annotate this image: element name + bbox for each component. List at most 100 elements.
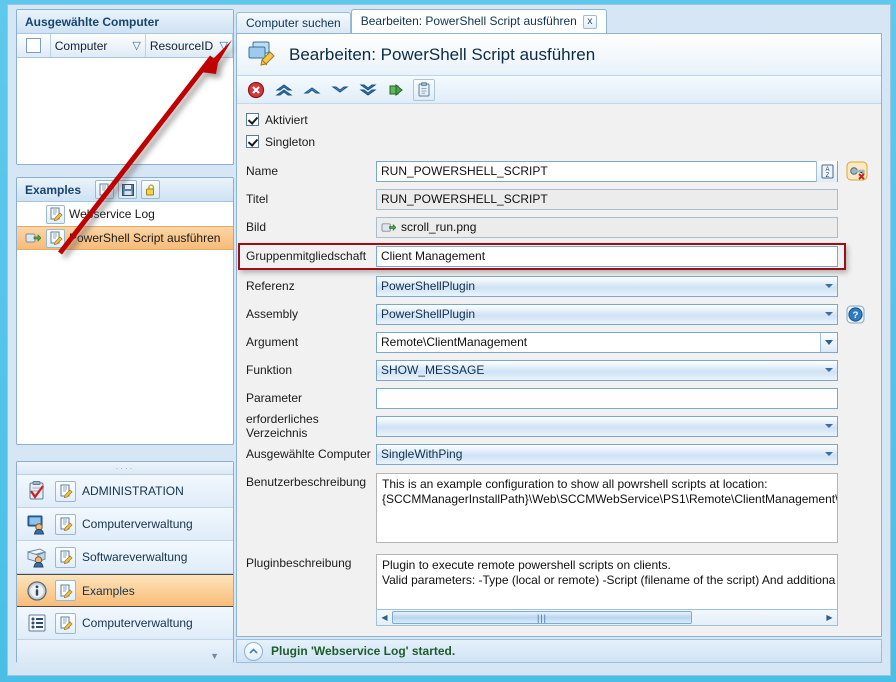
navigation-list: ···· ADMINISTRATION Computerverwaltung S… bbox=[16, 461, 234, 672]
tab-bearbeiten-powershell[interactable]: Bearbeiten: PowerShell Script ausführen … bbox=[350, 9, 607, 33]
edit-icon[interactable] bbox=[95, 180, 115, 199]
aktiviert-label: Aktiviert bbox=[265, 112, 308, 127]
titel-input: RUN_POWERSHELL_SCRIPT bbox=[376, 188, 838, 210]
sidebar-item-label: Computerverwaltung bbox=[82, 616, 193, 630]
chevron-down-icon[interactable] bbox=[825, 423, 833, 428]
sidebar-item-administration[interactable]: ADMINISTRATION bbox=[17, 475, 233, 508]
field-label-referenz: Referenz bbox=[246, 279, 295, 293]
column-header-resourceid-label: ResourceID bbox=[149, 38, 214, 53]
chevron-down-icon[interactable] bbox=[825, 367, 833, 372]
move-bottom-icon[interactable] bbox=[357, 79, 379, 101]
verzeichnis-combo[interactable] bbox=[376, 415, 838, 437]
field-row-referenz: Referenz PowerShellPlugin bbox=[237, 275, 881, 297]
funktion-combo[interactable]: SHOW_MESSAGE bbox=[376, 359, 838, 381]
chevron-down-icon[interactable] bbox=[825, 451, 833, 456]
filter-icon[interactable]: ▽ bbox=[220, 39, 228, 52]
field-label-gruppenmitgliedschaft: Gruppenmitgliedschaft bbox=[246, 249, 367, 263]
sidebar-item-examples[interactable]: Examples bbox=[17, 574, 233, 607]
cancel-icon[interactable] bbox=[245, 79, 267, 101]
scroll-run-icon bbox=[381, 221, 396, 234]
field-label-argument: Argument bbox=[246, 335, 299, 349]
column-header-computer[interactable]: Computer ▽ bbox=[50, 34, 146, 57]
examples-title: Examples bbox=[25, 182, 82, 197]
field-row-argument: Argument Remote\ClientManagement bbox=[237, 331, 881, 353]
sidebar-item-computerverwaltung[interactable]: Computerverwaltung bbox=[17, 508, 233, 541]
chevron-down-icon[interactable] bbox=[825, 283, 833, 288]
aktiviert-checkbox[interactable] bbox=[246, 113, 259, 126]
field-label-assembly: Assembly bbox=[246, 307, 299, 321]
checkbox-row-singleton[interactable]: Singleton bbox=[246, 132, 881, 151]
gruppenmitgliedschaft-input[interactable]: Client Management bbox=[376, 245, 838, 267]
list-item[interactable]: PowerShell Script ausführen bbox=[17, 226, 233, 250]
scroll-left-arrow-icon[interactable]: ◀ bbox=[377, 610, 392, 625]
filter-icon[interactable]: ▽ bbox=[132, 39, 140, 52]
list-item-label: PowerShell Script ausführen bbox=[69, 231, 221, 245]
move-down-icon[interactable] bbox=[329, 79, 351, 101]
computers-grid-body[interactable] bbox=[17, 58, 233, 164]
key-disabled-icon[interactable] bbox=[845, 159, 869, 183]
referenz-combo[interactable]: PowerShellPlugin bbox=[376, 275, 838, 297]
checkbox-row-aktiviert[interactable]: Aktiviert bbox=[246, 110, 881, 129]
splitter-grip[interactable]: ···· bbox=[17, 462, 233, 475]
edit-card: Bearbeiten: PowerShell Script ausführen bbox=[236, 33, 882, 637]
horizontal-scrollbar[interactable]: ◀ ||| ▶ bbox=[376, 609, 838, 626]
tab-label: Computer suchen bbox=[246, 16, 341, 30]
move-top-icon[interactable] bbox=[273, 79, 295, 101]
sort-az-icon[interactable]: A Z bbox=[816, 160, 837, 182]
argument-dropdown-button[interactable] bbox=[820, 332, 837, 352]
tab-computer-suchen[interactable]: Computer suchen bbox=[236, 12, 351, 33]
singleton-checkbox[interactable] bbox=[246, 135, 259, 148]
tab-strip: Computer suchen Bearbeiten: PowerShell S… bbox=[236, 9, 882, 33]
assembly-combo[interactable]: PowerShellPlugin bbox=[376, 303, 838, 325]
spacer-icon bbox=[23, 205, 42, 224]
edit-icon bbox=[55, 546, 76, 568]
pluginbeschreibung-textarea[interactable]: Plugin to execute remote powershell scri… bbox=[376, 554, 838, 609]
info-icon bbox=[25, 579, 49, 603]
name-input[interactable]: RUN_POWERSHELL_SCRIPT bbox=[376, 160, 838, 182]
argument-input[interactable]: Remote\ClientManagement bbox=[376, 331, 838, 353]
right-column: Computer suchen Bearbeiten: PowerShell S… bbox=[236, 9, 882, 663]
sidebar-item-label: Examples bbox=[82, 583, 135, 598]
field-row-gruppenmitgliedschaft: Gruppenmitgliedschaft Client Management bbox=[237, 243, 881, 270]
left-column: Ausgewählte Computer Computer ▽ Resource… bbox=[16, 9, 234, 672]
paste-icon[interactable] bbox=[413, 78, 435, 101]
select-all-checkbox[interactable] bbox=[25, 38, 41, 53]
singleton-label: Singleton bbox=[265, 134, 316, 149]
sidebar-item-label: Softwareverwaltung bbox=[82, 550, 188, 564]
sidebar-item-softwareverwaltung[interactable]: Softwareverwaltung bbox=[17, 541, 233, 574]
column-header-resourceid[interactable]: ResourceID ▽ bbox=[145, 34, 233, 57]
examples-panel: Examples Webservice Log PowerShell Scrip… bbox=[16, 177, 234, 445]
field-row-pluginbeschreibung: Pluginbeschreibung Plugin to execute rem… bbox=[237, 554, 881, 626]
software-user-icon bbox=[25, 545, 49, 569]
field-row-benutzerbeschreibung: Benutzerbeschreibung This is an example … bbox=[237, 473, 881, 543]
edit-icon bbox=[55, 580, 76, 601]
benutzerbeschreibung-textarea[interactable]: This is an example configuration to show… bbox=[376, 473, 838, 543]
sidebar-item-computerverwaltung-2[interactable]: Computerverwaltung bbox=[17, 607, 233, 640]
edit-form: Aktiviert Singleton Name RUN_POWERSHELL_… bbox=[237, 105, 881, 626]
scrollbar-thumb[interactable]: ||| bbox=[392, 611, 692, 624]
move-up-icon[interactable] bbox=[301, 79, 323, 101]
scroll-right-arrow-icon[interactable]: ▶ bbox=[822, 610, 837, 625]
clipboard-check-icon bbox=[25, 479, 49, 503]
list-item[interactable]: Webservice Log bbox=[17, 202, 233, 226]
save-icon[interactable] bbox=[118, 180, 138, 199]
column-header-computer-label: Computer bbox=[54, 38, 108, 53]
parameter-input[interactable] bbox=[376, 387, 838, 409]
field-row-ausgewaehlte-computer: Ausgewählte Computer SingleWithPing bbox=[237, 443, 881, 465]
field-row-titel: Titel RUN_POWERSHELL_SCRIPT bbox=[237, 188, 881, 210]
collapse-up-icon[interactable] bbox=[244, 641, 263, 661]
field-label-titel: Titel bbox=[246, 192, 269, 206]
card-toolbar bbox=[237, 76, 881, 104]
field-label-verzeichnis: erforderliches Verzeichnis bbox=[246, 412, 319, 440]
help-icon[interactable]: ? bbox=[845, 304, 865, 324]
field-label-bild: Bild bbox=[246, 220, 267, 234]
field-label-name: Name bbox=[246, 164, 279, 178]
ausgewaehlte-computer-combo[interactable]: SingleWithPing bbox=[376, 443, 838, 465]
sidebar-item-label: ADMINISTRATION bbox=[82, 484, 184, 498]
lock-icon[interactable] bbox=[141, 180, 161, 199]
export-icon[interactable] bbox=[385, 79, 407, 101]
chevron-down-icon[interactable] bbox=[825, 311, 833, 316]
nav-more-button[interactable]: ▼ bbox=[17, 640, 233, 672]
close-icon[interactable]: x bbox=[582, 14, 597, 29]
select-all-header[interactable] bbox=[17, 34, 51, 57]
